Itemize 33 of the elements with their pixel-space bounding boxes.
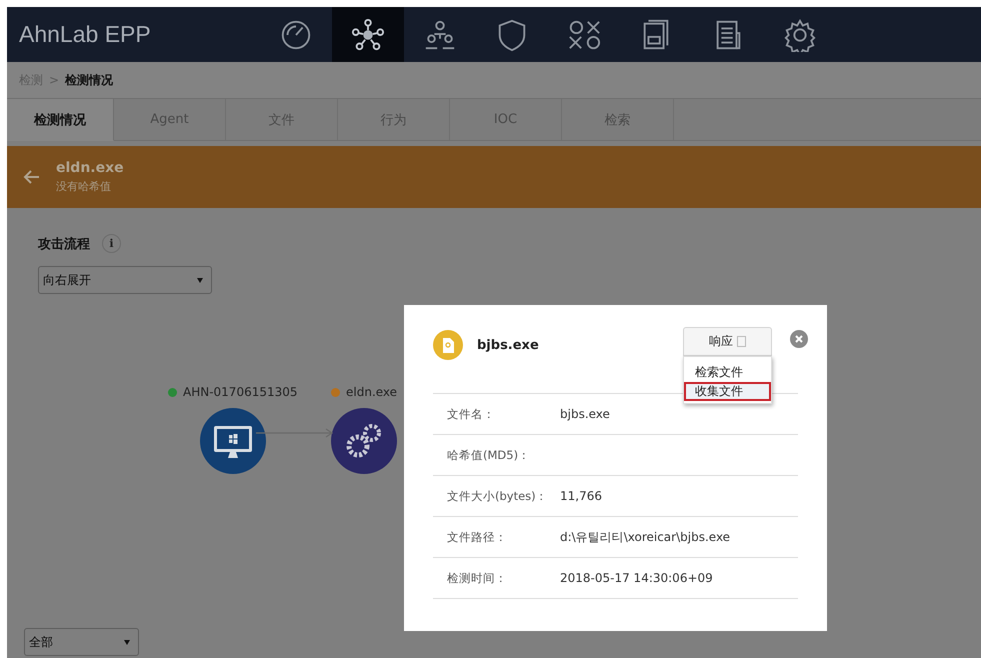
field-label: 文件路径：	[446, 530, 508, 544]
field-value: 11,766	[560, 489, 602, 503]
gear-icon	[783, 18, 817, 52]
field-label: 文件名：	[446, 406, 496, 422]
field-label: 文件大小(bytes)：	[446, 488, 549, 504]
section-title: 攻击流程	[38, 236, 90, 252]
banner-title: eldn.exe	[56, 160, 124, 176]
field-value: bjbs.exe	[560, 407, 610, 421]
field-value: 2018-05-17 14:30:06+09	[560, 571, 713, 585]
node-label: AHN-01706151305	[183, 385, 298, 399]
response-button[interactable]: 响应	[683, 327, 772, 356]
banner-subtitle: 没有哈希值	[56, 179, 112, 194]
menu-item[interactable]: 检索文件	[684, 363, 771, 382]
network-icon	[351, 18, 385, 52]
gears-node-icon[interactable]	[331, 408, 398, 474]
box-icon	[737, 336, 746, 347]
filter-select[interactable]: 全部	[24, 628, 139, 656]
nav-button[interactable]	[332, 7, 404, 62]
close-icon[interactable]	[790, 330, 808, 348]
info-icon[interactable]: i	[102, 234, 121, 253]
breadcrumb-separator: >	[49, 73, 60, 87]
field-value: d:\유틸리티\xoreicar\bjbs.exe	[560, 528, 730, 546]
field-label: 哈希值(MD5)：	[446, 448, 532, 462]
layout-select[interactable]: 向右展开	[38, 266, 212, 294]
field-label: 检测时间：	[446, 570, 508, 586]
menu-item[interactable]: 收集文件	[684, 382, 771, 401]
dialog-title: bjbs.exe	[477, 338, 539, 352]
file-icon	[433, 330, 463, 360]
app-logo: AhnLab EPP	[18, 20, 152, 49]
computer-node-icon[interactable]	[200, 408, 266, 474]
tab[interactable]: 检测情况	[7, 99, 114, 141]
breadcrumb-current: 检测情况	[65, 72, 114, 88]
node-label: eldn.exe	[346, 385, 398, 399]
